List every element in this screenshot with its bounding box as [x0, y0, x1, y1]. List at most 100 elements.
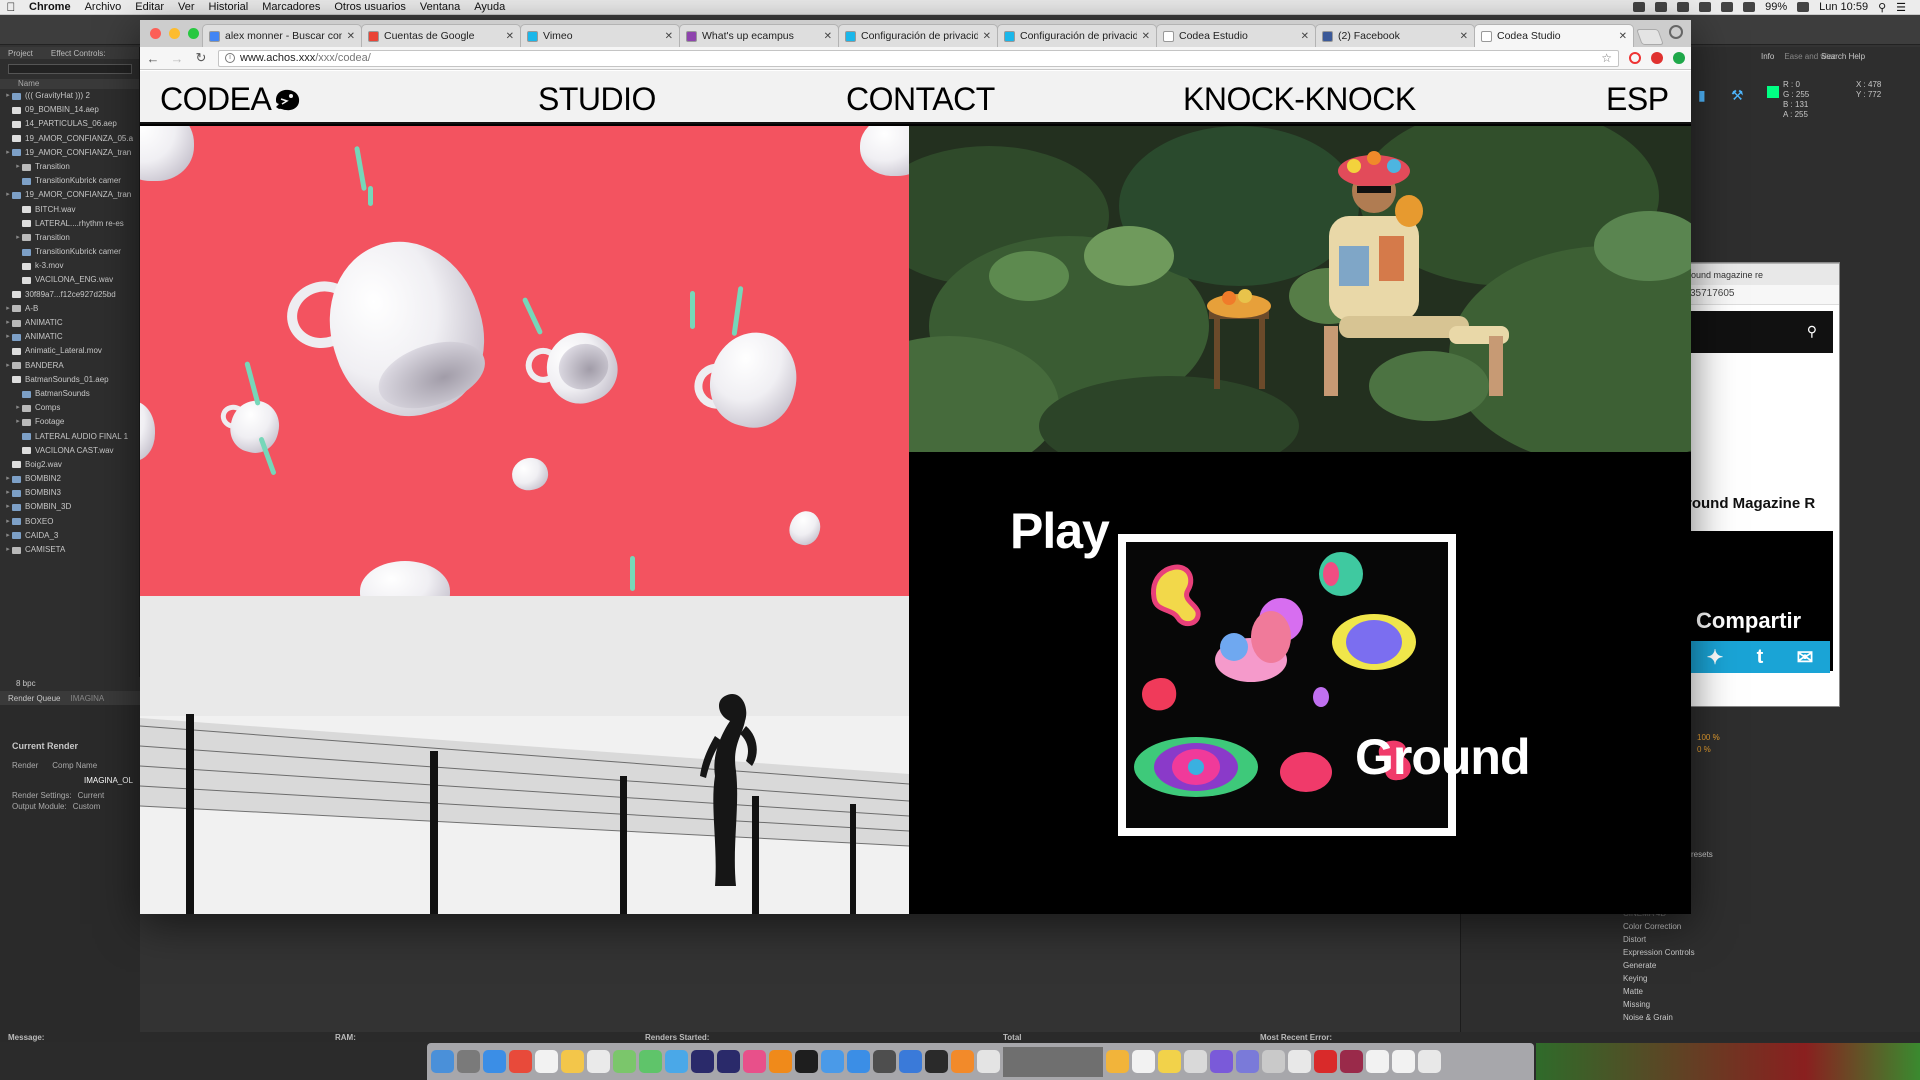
- project-item[interactable]: ▸ BOXEO: [0, 515, 139, 529]
- project-item[interactable]: k-3.mov: [0, 259, 139, 273]
- project-item[interactable]: ▸ A-B: [0, 302, 139, 316]
- nav-studio[interactable]: STUDIO: [538, 81, 656, 118]
- tab-close-icon[interactable]: ✕: [1142, 31, 1150, 42]
- search-help-field[interactable]: Search Help: [1821, 52, 1865, 61]
- project-item[interactable]: ▸ BOMBIN3: [0, 486, 139, 500]
- vimeo-url[interactable]: https://vimeo.com/1532713: [1688, 688, 1828, 700]
- percent-b[interactable]: 0 %: [1697, 744, 1720, 756]
- dock-app-icon[interactable]: [509, 1050, 532, 1073]
- opera-extension-icon[interactable]: [1629, 52, 1641, 64]
- imagina-tab[interactable]: IMAGINA: [70, 694, 104, 703]
- browser-tab[interactable]: Configuración de privacidad ✕: [997, 24, 1157, 47]
- search-icon[interactable]: ⚲: [1807, 323, 1817, 340]
- wrench-tool-icon[interactable]: ⚒: [1731, 87, 1745, 103]
- background-browser-window[interactable]: ound magazine re 35717605 ⚲ round Magazi…: [1685, 262, 1840, 707]
- browser-tab[interactable]: Codea Estudio ✕: [1156, 24, 1316, 47]
- dock-app-icon[interactable]: [665, 1050, 688, 1073]
- project-item[interactable]: Animatic_Lateral.mov: [0, 344, 139, 358]
- project-item[interactable]: ▸ Footage: [0, 415, 139, 429]
- menu-ver[interactable]: Ver: [171, 1, 202, 13]
- back-button[interactable]: ←: [146, 51, 160, 66]
- bg-browser-tab[interactable]: ound magazine re: [1686, 263, 1839, 285]
- project-item[interactable]: ▸ BANDERA: [0, 359, 139, 373]
- browser-tab[interactable]: Cuentas de Google ✕: [361, 24, 521, 47]
- render-queue-tab[interactable]: Render Queue: [8, 694, 60, 703]
- project-item[interactable]: VACILONA CAST.wav: [0, 444, 139, 458]
- disclosure-icon[interactable]: ▸: [4, 543, 12, 557]
- project-tab[interactable]: Project: [8, 49, 33, 58]
- tumblr-icon[interactable]: t: [1757, 646, 1764, 669]
- comp-name-column[interactable]: Comp Name: [52, 761, 97, 770]
- percent-a[interactable]: 100 %: [1697, 732, 1720, 744]
- menu-clock[interactable]: Lun 10:59: [1819, 1, 1868, 13]
- address-bar[interactable]: i www.achos.xxx /xxx/codea/ ☆: [218, 49, 1619, 67]
- browser-tab[interactable]: Vimeo ✕: [520, 24, 680, 47]
- project-item[interactable]: BatmanSounds: [0, 387, 139, 401]
- disclosure-icon[interactable]: ▸: [4, 302, 12, 316]
- project-item[interactable]: BatmanSounds_01.aep: [0, 373, 139, 387]
- disclosure-icon[interactable]: ▸: [14, 231, 22, 245]
- project-item[interactable]: 14_PARTICULAS_06.aep: [0, 117, 139, 131]
- effect-controls-tab[interactable]: Effect Controls:: [51, 49, 106, 58]
- dock-app-icon[interactable]: [769, 1050, 792, 1073]
- disclosure-icon[interactable]: ▸: [4, 188, 12, 202]
- menu-ayuda[interactable]: Ayuda: [467, 1, 512, 13]
- disclosure-icon[interactable]: ▸: [4, 359, 12, 373]
- extension-icon[interactable]: [1673, 52, 1685, 64]
- project-item[interactable]: VACILONA_ENG.wav: [0, 273, 139, 287]
- browser-tab[interactable]: alex monner - Buscar con G ✕: [202, 24, 362, 47]
- menu-app-name[interactable]: Chrome: [22, 1, 78, 13]
- dock-app-icon[interactable]: [1236, 1050, 1259, 1073]
- dock-app-icon[interactable]: [1262, 1050, 1285, 1073]
- dock-app-icon[interactable]: [1210, 1050, 1233, 1073]
- status-icon[interactable]: [1633, 2, 1646, 12]
- tab-close-icon[interactable]: ✕: [824, 31, 832, 42]
- spotlight-icon[interactable]: ⚲: [1878, 1, 1886, 14]
- dock-app-icon[interactable]: [899, 1050, 922, 1073]
- menu-historial[interactable]: Historial: [202, 1, 256, 13]
- dock-app-icon[interactable]: [457, 1050, 480, 1073]
- project-item[interactable]: ▸ ((( GravityHat ))) 2: [0, 89, 139, 103]
- dock-app-icon[interactable]: [535, 1050, 558, 1073]
- dock-app-icon[interactable]: [1392, 1050, 1415, 1073]
- output-module-value[interactable]: Custom: [73, 802, 101, 811]
- project-item[interactable]: ▸ BOMBIN_3D: [0, 500, 139, 514]
- dock-app-icon[interactable]: [431, 1050, 454, 1073]
- info-tab[interactable]: Info: [1761, 52, 1774, 61]
- disclosure-icon[interactable]: ▸: [4, 89, 12, 103]
- wifi-icon[interactable]: [1743, 2, 1756, 12]
- dock-app-icon[interactable]: [847, 1050, 870, 1073]
- dock-app-icon[interactable]: [1106, 1050, 1129, 1073]
- disclosure-icon[interactable]: ▸: [4, 146, 12, 160]
- effect-category[interactable]: Expression Controls: [1623, 946, 1695, 959]
- menu-archivo[interactable]: Archivo: [78, 1, 129, 13]
- disclosure-icon[interactable]: ▸: [14, 401, 22, 415]
- dock-app-icon[interactable]: [1366, 1050, 1389, 1073]
- dock-app-icon[interactable]: [587, 1050, 610, 1073]
- dock-app-icon[interactable]: [717, 1050, 740, 1073]
- dock-app-icon[interactable]: [1314, 1050, 1337, 1073]
- tab-close-icon[interactable]: ✕: [983, 31, 991, 42]
- project-item[interactable]: TransitionKubrick camer: [0, 174, 139, 188]
- render-settings-value[interactable]: Current: [78, 791, 105, 800]
- dock-app-icon[interactable]: [639, 1050, 662, 1073]
- menu-otros-usuarios[interactable]: Otros usuarios: [327, 1, 413, 13]
- dock-app-icon[interactable]: [483, 1050, 506, 1073]
- project-tile-fence[interactable]: [140, 596, 909, 914]
- effect-category[interactable]: Missing: [1623, 998, 1695, 1011]
- disclosure-icon[interactable]: ▸: [4, 515, 12, 529]
- new-tab-button[interactable]: [1636, 29, 1664, 45]
- tab-close-icon[interactable]: ✕: [506, 31, 514, 42]
- dock-app-icon[interactable]: [1418, 1050, 1441, 1073]
- menu-editar[interactable]: Editar: [128, 1, 171, 13]
- notification-center-icon[interactable]: ☰: [1896, 1, 1906, 14]
- dock-app-icon[interactable]: [613, 1050, 636, 1073]
- browser-tab[interactable]: What's up ecampus ✕: [679, 24, 839, 47]
- project-item[interactable]: ▸ ANIMATIC: [0, 316, 139, 330]
- effect-category[interactable]: Noise & Grain: [1623, 1011, 1695, 1024]
- tab-close-icon[interactable]: ✕: [1460, 31, 1468, 42]
- project-search-input[interactable]: [8, 64, 132, 74]
- project-item[interactable]: TransitionKubrick camer: [0, 245, 139, 259]
- reload-button[interactable]: ↻: [194, 50, 208, 66]
- tab-close-icon[interactable]: ✕: [347, 31, 355, 42]
